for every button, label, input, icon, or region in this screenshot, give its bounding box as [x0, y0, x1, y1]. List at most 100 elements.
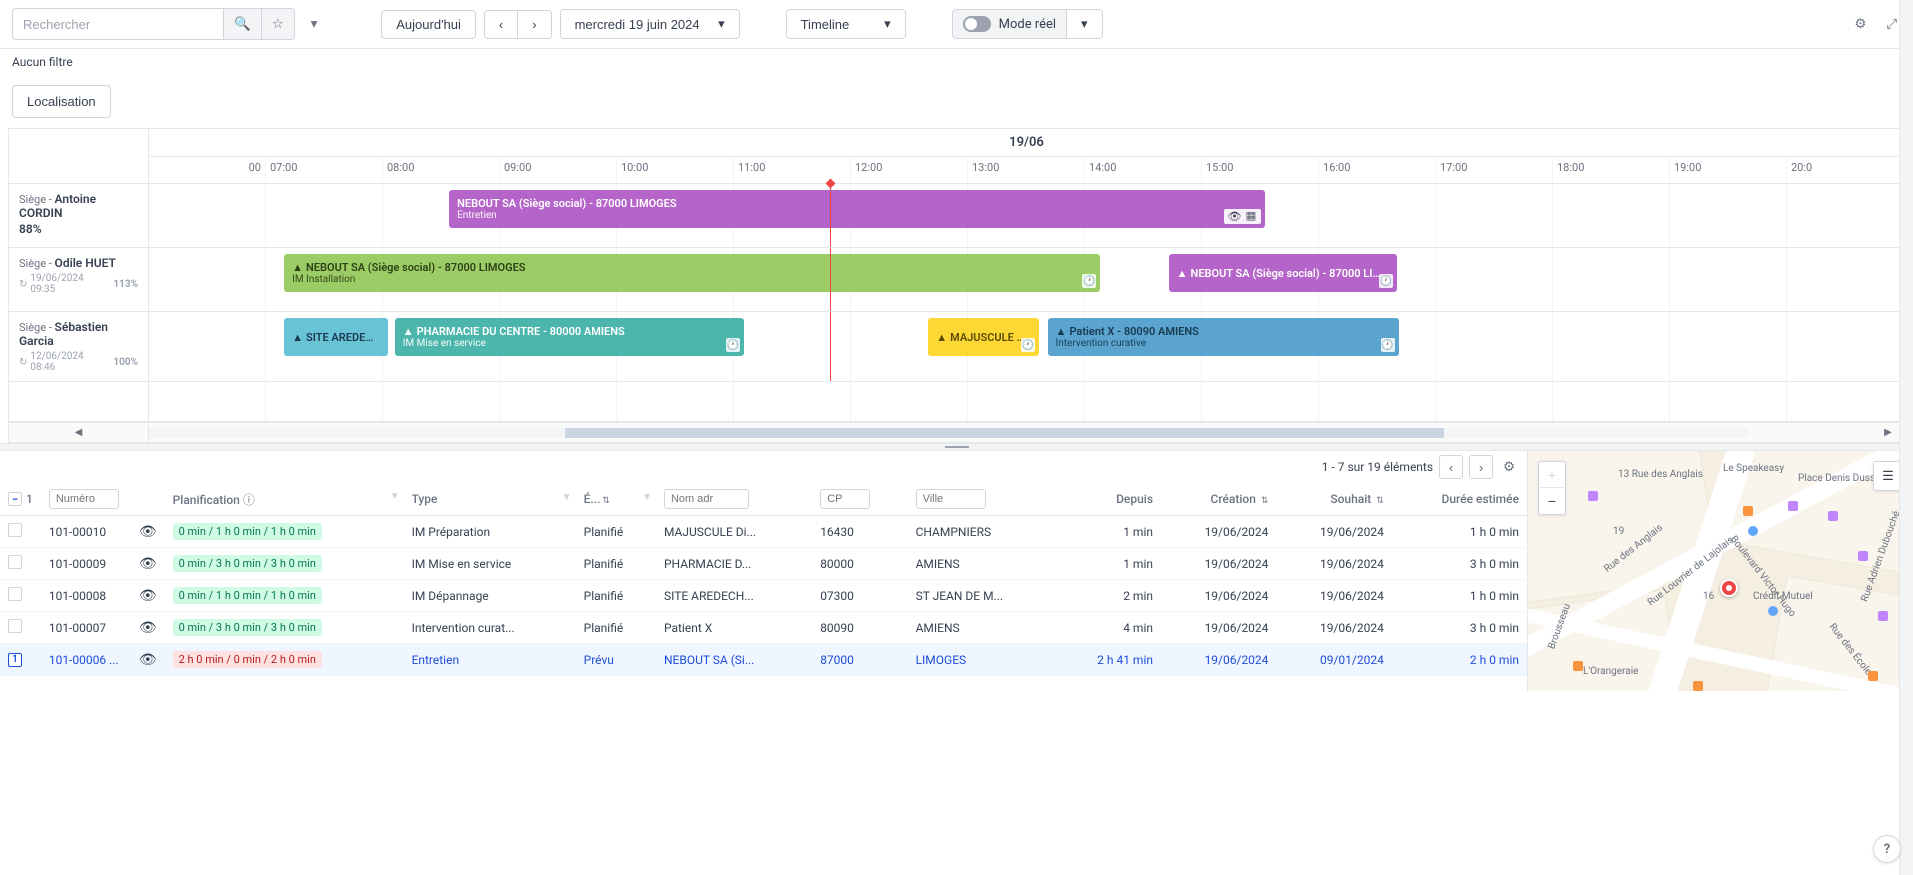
table-row[interactable]: 1 101-00006 ... 👁 2 h 0 min / 0 min / 2 … [0, 644, 1527, 676]
filter-nom-adr[interactable] [664, 489, 749, 509]
row-checkbox[interactable]: 1 [8, 653, 22, 667]
resource-label[interactable]: Siège - Antoine CORDIN88% [9, 184, 149, 247]
filter-numero[interactable] [49, 489, 119, 509]
timeline-event[interactable]: ▲PHARMACIE DU CENTRE - 80000 AMIENSIM Mi… [395, 318, 744, 356]
cell-ville: LIMOGES [908, 644, 1058, 676]
mode-toggle[interactable]: Mode réel [952, 9, 1066, 39]
timeline: 19/06 0007:0008:0009:0010:0011:0012:0013… [8, 128, 1905, 443]
cell-etat: Planifié [576, 580, 656, 612]
row-checkbox[interactable] [8, 555, 22, 569]
warning-icon: ▲ [1056, 325, 1067, 338]
settings-button[interactable]: ⚙ [1850, 12, 1870, 36]
eye-icon[interactable]: 👁 [139, 524, 157, 540]
cell-etat: Planifié [576, 516, 656, 548]
prev-button[interactable]: ‹ [484, 10, 517, 39]
timeline-event[interactable]: NEBOUT SA (Siège social) - 87000 LIMOGES… [449, 190, 1265, 228]
row-checkbox[interactable] [8, 619, 22, 633]
hour-cell: 10:00 [617, 157, 734, 183]
pager-next[interactable]: › [1469, 455, 1493, 479]
table-row[interactable]: 101-00010 👁 0 min / 1 h 0 min / 1 h 0 mi… [0, 516, 1527, 548]
table-settings[interactable]: ⚙ [1499, 455, 1519, 479]
resource-track[interactable]: NEBOUT SA (Siège social) - 87000 LIMOGES… [149, 184, 1904, 247]
view-label: Timeline [801, 17, 850, 32]
eye-icon[interactable]: 👁 [139, 620, 157, 636]
cell-depuis: 4 min [1057, 612, 1161, 644]
table-row[interactable]: 101-00009 👁 0 min / 3 h 0 min / 3 h 0 mi… [0, 548, 1527, 580]
resource-label[interactable]: Siège - Odile HUET↻ 19/06/2024 09:35 113… [9, 248, 149, 311]
splitter[interactable] [0, 443, 1913, 451]
map-label: Le Speakeasy [1723, 463, 1784, 474]
favorite-button[interactable]: ☆ [261, 9, 294, 39]
eye-icon[interactable]: 👁 [139, 588, 157, 604]
table-panel: 1 - 7 sur 19 éléments ‹ › ⚙ −1 Planifica… [0, 451, 1528, 691]
location-button[interactable]: Localisation [12, 85, 111, 118]
resource-label[interactable]: Siège - Sébastien Garcia↻ 12/06/2024 08:… [9, 312, 149, 381]
timeline-event[interactable]: ▲MAJUSCULE Diffusion - 16🕐 [928, 318, 1039, 356]
resource-track[interactable]: ▲NEBOUT SA (Siège social) - 87000 LIMOGE… [149, 248, 1904, 311]
clock-icon: ↻ [19, 279, 27, 290]
gear-icon: ⚙ [1854, 16, 1866, 31]
pager-prev[interactable]: ‹ [1439, 455, 1463, 479]
timeline-event[interactable]: ▲Patient X - 80090 AMIENSIntervention cu… [1048, 318, 1399, 356]
row-checkbox[interactable] [8, 523, 22, 537]
col-planification[interactable]: Planification ⓘ▼ [165, 483, 404, 516]
mode-group: Mode réel ▾ [952, 9, 1103, 39]
timeline-row: Siège - Odile HUET↻ 19/06/2024 09:35 113… [9, 248, 1904, 312]
filter-ville[interactable] [916, 489, 986, 509]
filter-icon[interactable]: ▼ [562, 492, 572, 503]
map-pin-icon[interactable] [1720, 579, 1738, 597]
scroll-right-icon[interactable]: ▶ [1878, 427, 1898, 438]
mode-dropdown[interactable]: ▾ [1066, 9, 1103, 39]
table-row[interactable]: 101-00008 👁 0 min / 1 h 0 min / 1 h 0 mi… [0, 580, 1527, 612]
search-group: 🔍 ☆ [12, 8, 295, 40]
hour-cell: 11:00 [734, 157, 851, 183]
chevron-left-icon: ‹ [1449, 460, 1453, 475]
table-header-row: −1 Planification ⓘ▼ Type▼ É...⇅▼ Depuis … [0, 483, 1527, 516]
zoom-in-button[interactable]: + [1539, 462, 1565, 488]
map-zoom: + − [1538, 461, 1566, 515]
filter-cp[interactable] [820, 489, 870, 509]
select-all-checkbox[interactable]: − [8, 492, 22, 506]
map-panel[interactable]: 13 Rue des Anglais Le Speakeasy Place De… [1528, 451, 1913, 691]
table-row[interactable]: 101-00007 👁 0 min / 3 h 0 min / 3 h 0 mi… [0, 612, 1527, 644]
col-etat[interactable]: É...⇅▼ [576, 483, 656, 516]
chevron-right-icon: › [1479, 460, 1483, 475]
map-canvas[interactable]: 13 Rue des Anglais Le Speakeasy Place De… [1528, 451, 1913, 691]
search-input[interactable] [13, 11, 223, 38]
col-type[interactable]: Type▼ [404, 483, 576, 516]
scroll-left-icon[interactable]: ◀ [69, 427, 89, 438]
eye-icon[interactable]: 👁 [139, 556, 157, 572]
timeline-scrollbar[interactable]: ◀ ▶ [9, 422, 1904, 442]
view-select[interactable]: Timeline ▾ [786, 9, 906, 39]
help-button[interactable]: ? [1873, 835, 1901, 863]
eye-icon: 👁 ◼ [1224, 209, 1261, 224]
cell-cp: 80090 [812, 612, 907, 644]
eye-icon[interactable]: 👁 [139, 652, 157, 668]
warning-icon: ▲ [1177, 267, 1188, 280]
date-picker[interactable]: mercredi 19 juin 2024 ▾ [560, 9, 740, 39]
col-souhait[interactable]: Souhait ⇅ [1276, 483, 1391, 516]
today-button[interactable]: Aujourd'hui [381, 10, 476, 39]
clock-icon: 🕐 [726, 338, 740, 352]
timeline-event[interactable]: ▲SITE AREDECHE [284, 318, 388, 356]
timeline-event[interactable]: ▲NEBOUT SA (Siège social) - 87000 LIMOGE… [284, 254, 1100, 292]
col-creation[interactable]: Création ⇅ [1161, 483, 1276, 516]
search-button[interactable]: 🔍 [223, 9, 261, 39]
search-dropdown[interactable]: ▾ [303, 10, 326, 38]
cell-numero: 101-00008 [41, 580, 131, 612]
scroll-thumb[interactable] [565, 428, 1444, 438]
cell-numero: 101-00007 [41, 612, 131, 644]
map-poi-icon [1768, 606, 1778, 616]
resource-track[interactable]: ▲SITE AREDECHE▲PHARMACIE DU CENTRE - 800… [149, 312, 1904, 381]
col-duree[interactable]: Durée estimée [1392, 483, 1527, 516]
chevron-left-icon: ‹ [499, 17, 503, 32]
col-depuis[interactable]: Depuis [1057, 483, 1161, 516]
filter-icon[interactable]: ▼ [642, 492, 652, 503]
cell-numero: 101-00006 ... [41, 644, 131, 676]
row-checkbox[interactable] [8, 587, 22, 601]
timeline-event[interactable]: ▲NEBOUT SA (Siège social) - 87000 LIMOGE… [1169, 254, 1397, 292]
filter-icon[interactable]: ▼ [390, 491, 400, 502]
zoom-out-button[interactable]: − [1539, 488, 1565, 514]
cell-depuis: 2 h 41 min [1057, 644, 1161, 676]
next-button[interactable]: › [517, 10, 551, 39]
